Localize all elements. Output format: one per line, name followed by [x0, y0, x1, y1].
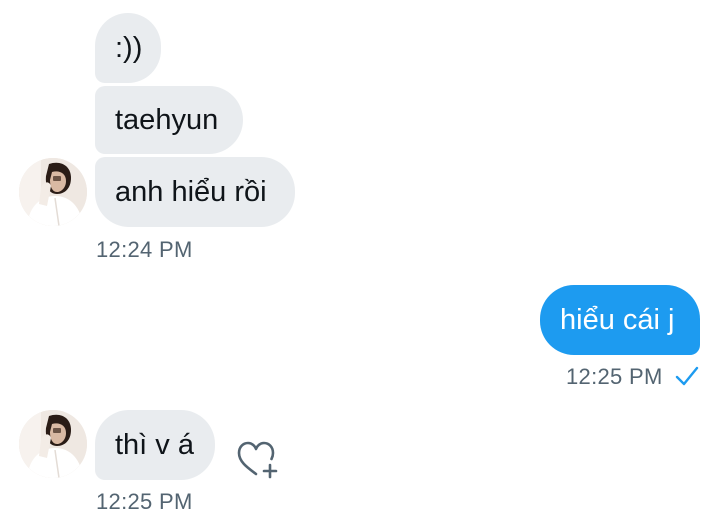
message-bubble-incoming[interactable]: taehyun: [95, 86, 243, 154]
checkmark-icon: [675, 365, 699, 392]
timestamp: 12:25 PM: [96, 489, 193, 514]
message-bubble-incoming[interactable]: thì v á: [95, 410, 215, 480]
timestamp: 12:24 PM: [96, 237, 193, 262]
message-text: hiểu cái j: [560, 303, 675, 336]
message-bubble-incoming[interactable]: :)): [95, 13, 161, 83]
message-text: thì v á: [115, 428, 194, 461]
message-text: taehyun: [115, 103, 219, 136]
message-bubble-incoming[interactable]: anh hiểu rồi: [95, 157, 295, 227]
heart-add-icon[interactable]: [234, 436, 282, 484]
message-text: :)): [115, 31, 143, 64]
timestamp: 12:25 PM: [566, 364, 663, 389]
conversation-view: :)) taehyun anh hiểu rồi 12:24 PM hiểu c…: [0, 0, 720, 525]
message-bubble-outgoing[interactable]: hiểu cái j: [540, 285, 700, 355]
message-text: anh hiểu rồi: [115, 175, 267, 208]
avatar[interactable]: [19, 410, 87, 478]
avatar[interactable]: [19, 158, 87, 226]
